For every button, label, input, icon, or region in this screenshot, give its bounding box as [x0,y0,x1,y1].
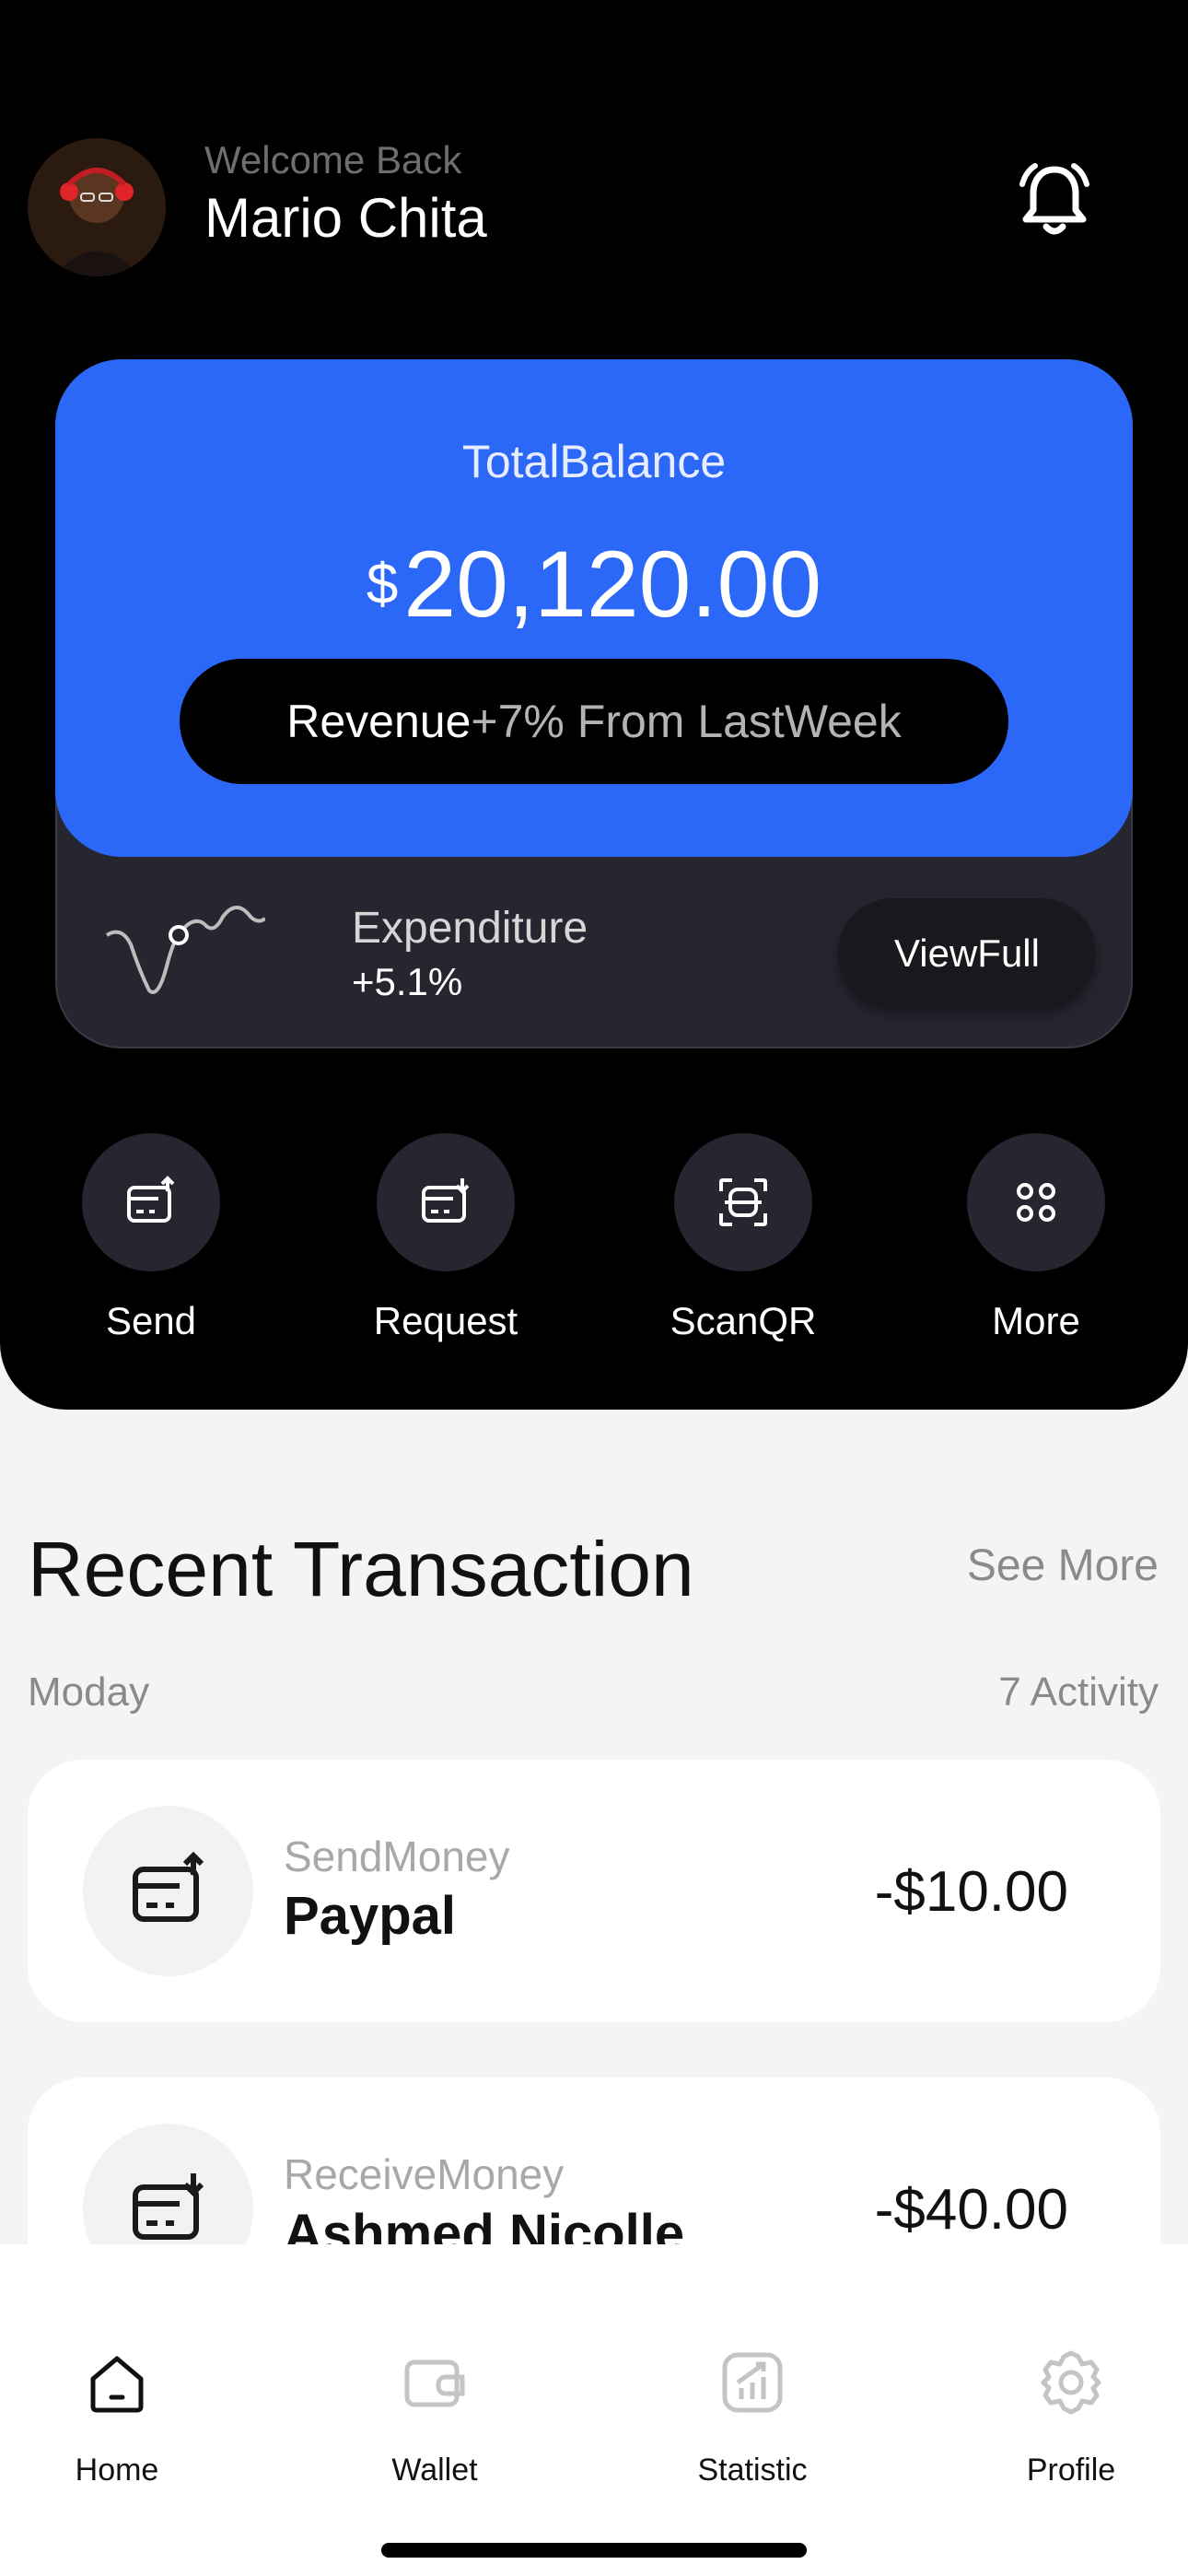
grid-dots-icon [1017,1183,1055,1222]
header-panel: Welcome Back Mario Chita TotalBalance $2… [0,0,1188,1410]
scanqr-action-button[interactable] [674,1133,812,1271]
welcome-text: Welcome Back [204,138,462,181]
nav-statistic-label: Statistic [697,2453,808,2488]
gear-icon [1041,2350,1101,2415]
transaction-item[interactable]: SendMoney Paypal -$10.00 [28,1760,1160,2022]
nav-statistic[interactable]: Statistic [642,2346,863,2488]
transaction-icon [83,1806,253,1976]
send-action[interactable]: Send [50,1133,252,1343]
card-receive-icon [132,2172,204,2240]
send-action-button[interactable] [82,1133,220,1271]
balance-card: TotalBalance $20,120.00 Revenue +7% From … [55,359,1133,857]
activity-count: 7 Activity [998,1669,1159,1715]
nav-profile[interactable]: Profile [961,2346,1182,2488]
more-label: More [992,1299,1080,1342]
bottom-nav: Home Wallet Statistic Profile [0,2244,1188,2576]
nav-home-label: Home [75,2453,159,2488]
more-action[interactable]: More [935,1133,1137,1343]
balance-amount: $20,120.00 [55,531,1133,638]
transaction-name: Paypal [284,1886,456,1946]
nav-profile-label: Profile [1026,2453,1116,2488]
see-more-link[interactable]: See More [967,1540,1159,1591]
transaction-amount: -$10.00 [874,1860,1068,1924]
revenue-pill: Revenue +7% From LastWeek [180,659,1008,784]
notification-button[interactable] [1013,158,1096,241]
wallet-icon [404,2359,465,2407]
section-title: Recent Transaction [28,1526,694,1612]
avatar[interactable] [28,138,166,276]
user-avatar-icon [28,138,166,276]
day-label: Moday [28,1669,150,1715]
transaction-amount: -$40.00 [874,2178,1068,2242]
card-send-icon [132,1851,204,1922]
balance-label: TotalBalance [461,436,727,487]
scanqr-action[interactable]: ScanQR [642,1133,844,1343]
home-icon [90,2356,144,2413]
expenditure-label: Expenditure [352,904,588,953]
card-request-icon [422,1178,470,1223]
nav-wallet-label: Wallet [391,2453,478,2488]
send-label: Send [105,1299,197,1342]
balance-value: 20,120.00 [403,532,822,637]
nav-wallet[interactable]: Wallet [324,2346,545,2488]
revenue-label: Revenue [286,696,472,747]
more-action-button[interactable] [967,1133,1105,1271]
view-full-button[interactable]: ViewFull [838,898,1096,1009]
user-name: Mario Chita [204,187,487,249]
chart-icon [722,2352,783,2413]
request-action-button[interactable] [377,1133,515,1271]
transaction-type: SendMoney [284,1832,510,1880]
bell-icon [1019,163,1089,235]
scan-qr-icon [719,1178,767,1226]
home-indicator [381,2543,807,2558]
currency-symbol: $ [366,553,399,616]
card-send-icon [127,1176,175,1223]
nav-home[interactable]: Home [6,2346,227,2488]
transaction-type: ReceiveMoney [284,2150,565,2198]
scanqr-label: ScanQR [670,1299,817,1342]
sparkline-icon [105,906,265,994]
expenditure-value: +5.1% [352,960,463,1003]
request-action[interactable]: Request [344,1133,547,1343]
request-label: Request [373,1299,518,1342]
revenue-change: +7% From LastWeek [471,696,902,747]
